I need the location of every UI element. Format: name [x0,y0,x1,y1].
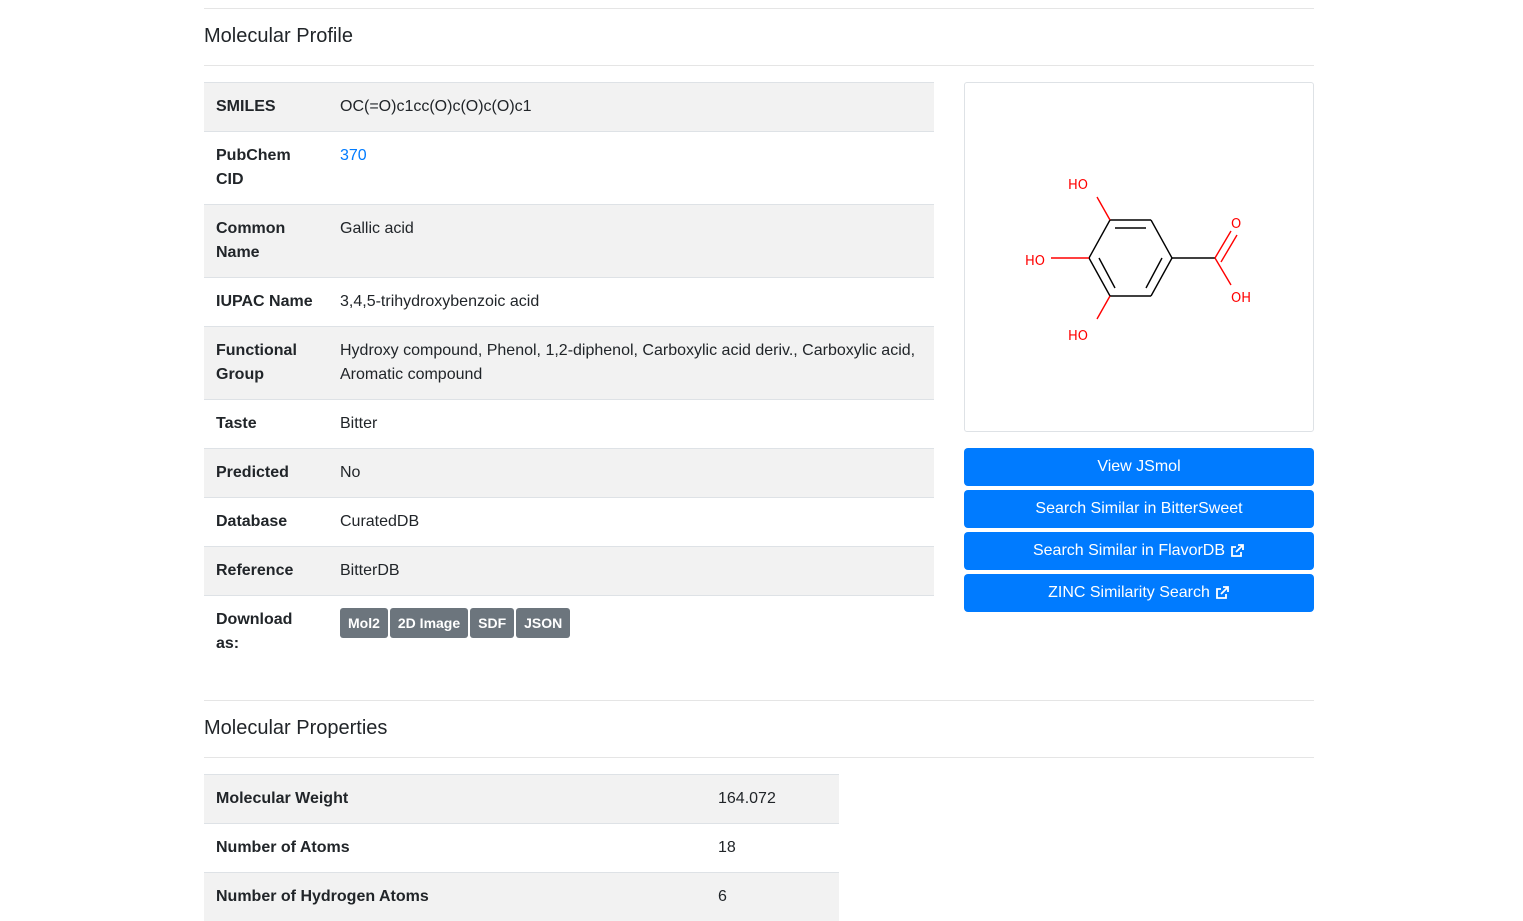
functional-group-value: Hydroxy compound, Phenol, 1,2-diphenol, … [328,327,934,400]
button-label: ZINC Similarity Search [1048,584,1210,602]
atom-label: HO [1068,178,1088,193]
table-row: Download as: Mol22D ImageSDFJSON [204,596,934,681]
atom-label: HO [1025,254,1045,269]
table-row: Functional Group Hydroxy compound, Pheno… [204,327,934,400]
download-buttons: Mol22D ImageSDFJSON [328,596,934,681]
number-of-hydrogen-atoms-value: 6 [706,873,839,921]
table-row: Database CuratedDB [204,498,934,547]
table-row: Number of Atoms 18 [204,824,839,873]
view-jsmol-button[interactable]: View JSmol [964,448,1314,486]
download-2d-image-button[interactable]: 2D Image [390,608,468,638]
button-label: Search Similar in FlavorDB [1033,542,1225,560]
row-label: PubChem CID [204,132,328,205]
properties-top-divider [204,700,1314,701]
row-label: Functional Group [204,327,328,400]
table-row: Number of Hydrogen Atoms 6 [204,873,839,921]
row-label: IUPAC Name [204,278,328,327]
table-row: Molecular Weight 164.072 [204,775,839,824]
row-label: Reference [204,547,328,596]
table-row: Taste Bitter [204,400,934,449]
iupac-name-value: 3,4,5-trihydroxybenzoic acid [328,278,934,327]
table-row: SMILES OC(=O)c1cc(O)c(O)c(O)c1 [204,83,934,132]
atom-label: O [1231,217,1241,232]
download-mol2-button[interactable]: Mol2 [340,608,388,638]
benzene-ring [1089,220,1215,296]
molecular-weight-value: 164.072 [706,775,839,824]
row-label: SMILES [204,83,328,132]
row-label: Taste [204,400,328,449]
atom-label: HO [1068,329,1088,344]
row-label: Number of Atoms [204,824,706,873]
table-row: PubChem CID 370 [204,132,934,205]
atom-label: OH [1231,291,1251,306]
molecule-structure-image: HO HO HO O OH [965,83,1313,431]
taste-value: Bitter [328,400,934,449]
row-label: Common Name [204,205,328,278]
section-title-properties: Molecular Properties [204,717,387,740]
table-row: Common Name Gallic acid [204,205,934,278]
row-label: Predicted [204,449,328,498]
search-similar-flavordb-button[interactable]: Search Similar in FlavorDB [964,532,1314,570]
molecule-structure-panel: HO HO HO O OH [964,82,1314,432]
download-json-button[interactable]: JSON [516,608,570,638]
properties-divider [204,757,1314,758]
common-name-value: Gallic acid [328,205,934,278]
database-value: CuratedDB [328,498,934,547]
reference-value: BitterDB [328,547,934,596]
table-row: IUPAC Name 3,4,5-trihydroxybenzoic acid [204,278,934,327]
profile-divider [204,65,1314,66]
row-label: Download as: [204,596,328,681]
smiles-value: OC(=O)c1cc(O)c(O)c(O)c1 [328,83,934,132]
search-similar-bittersweet-button[interactable]: Search Similar in BitterSweet [964,490,1314,528]
predicted-value: No [328,449,934,498]
table-row: Predicted No [204,449,934,498]
top-divider [204,8,1314,9]
pubchem-cid-cell: 370 [328,132,934,205]
external-link-icon [1214,585,1230,601]
pubchem-cid-link[interactable]: 370 [340,147,367,164]
row-label: Number of Hydrogen Atoms [204,873,706,921]
zinc-similarity-search-button[interactable]: ZINC Similarity Search [964,574,1314,612]
external-link-icon [1229,543,1245,559]
button-label: View JSmol [1097,458,1180,476]
row-label: Molecular Weight [204,775,706,824]
button-label: Search Similar in BitterSweet [1035,500,1242,518]
download-sdf-button[interactable]: SDF [470,608,514,638]
section-title-profile: Molecular Profile [204,25,353,48]
row-label: Database [204,498,328,547]
number-of-atoms-value: 18 [706,824,839,873]
profile-table: SMILES OC(=O)c1cc(O)c(O)c(O)c1 PubChem C… [204,82,934,680]
table-row: Reference BitterDB [204,547,934,596]
